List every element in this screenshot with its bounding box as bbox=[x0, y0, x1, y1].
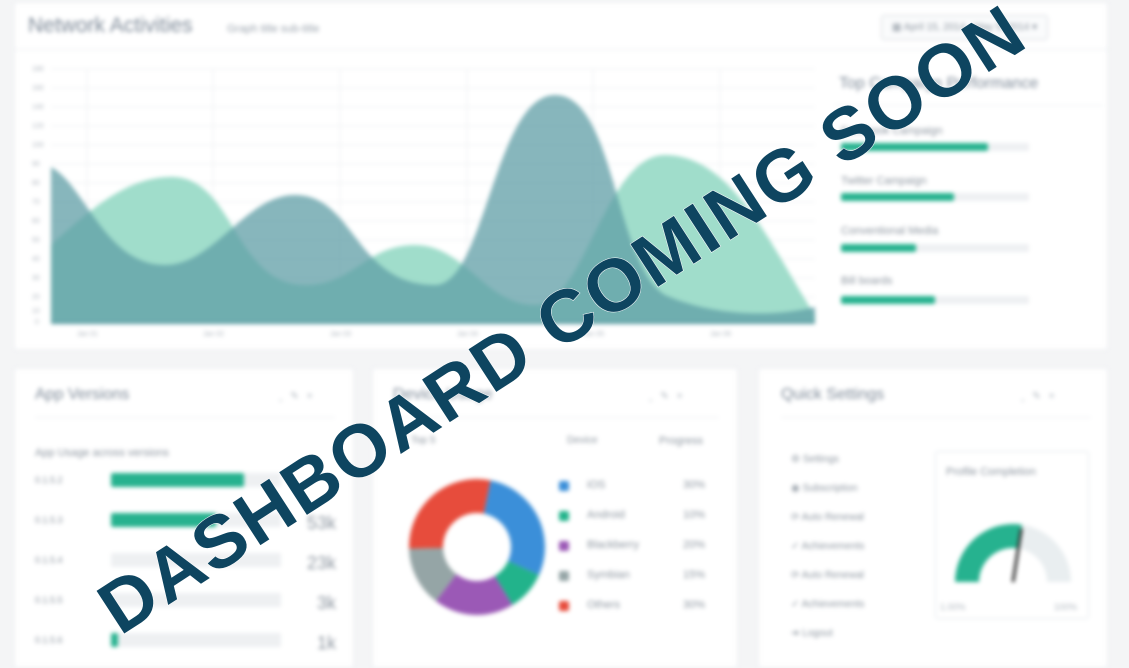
coming-soon-overlay: DASHBOARD COMING SOON bbox=[83, 0, 1040, 650]
coming-soon-text: DASHBOARD COMING SOON bbox=[84, 0, 1040, 650]
